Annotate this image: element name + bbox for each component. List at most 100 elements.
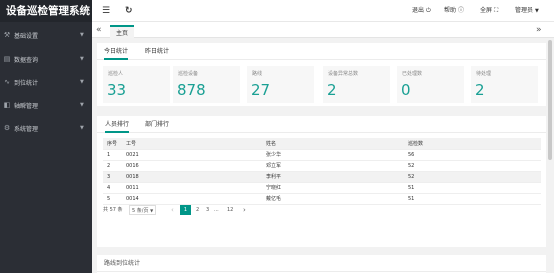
tools-icon: ⚒ xyxy=(3,31,11,39)
route-panel: 路线到位统计 xyxy=(97,255,547,273)
tab-today-stats[interactable]: 今日统计 xyxy=(104,43,129,60)
stat-value: 27 xyxy=(251,81,271,99)
stat-card-routes: 路线 27 xyxy=(247,66,314,103)
page-size-value: 5 条/页 xyxy=(132,208,149,214)
table-icon: ▤ xyxy=(3,55,11,63)
stats-tabs: 今日统计 昨日统计 xyxy=(97,43,547,60)
menu-toggle-icon[interactable]: ☰ xyxy=(102,0,110,22)
stat-value: 0 xyxy=(401,81,411,99)
route-panel-title: 路线到位统计 xyxy=(104,260,141,267)
sidebar-item-label: 数据查询 xyxy=(14,56,39,64)
cell-count: 51 xyxy=(404,182,541,194)
sidebar-item-system-management[interactable]: ⚙ 系统管理 ▼ xyxy=(0,120,92,136)
user-menu[interactable]: 管理员 ▼ xyxy=(515,0,539,22)
next-page-button[interactable]: › xyxy=(243,205,246,215)
sidebar-item-data-query[interactable]: ▤ 数据查询 ▼ xyxy=(0,51,92,67)
pagination-total: 共 57 条 xyxy=(103,207,123,213)
stat-value: 33 xyxy=(107,81,127,99)
sidebar-item-management[interactable]: ◧ 轴瞬管理 ▼ xyxy=(0,97,92,113)
column-header[interactable]: 巡检数 xyxy=(404,138,541,150)
tabs-scroll-left-icon[interactable]: « xyxy=(96,22,102,38)
table-header-row: 序号 工号 姓名 巡检数 xyxy=(103,138,541,150)
fullscreen-icon: ⛶ xyxy=(493,7,499,14)
column-header[interactable]: 序号 xyxy=(103,138,122,150)
sidebar-item-label: 系统管理 xyxy=(14,125,39,133)
chevron-down-icon: ▼ xyxy=(80,125,84,131)
app-title: 设备巡检管理系统 xyxy=(0,0,92,22)
cell-count: 52 xyxy=(404,160,541,172)
stat-value: 878 xyxy=(177,81,206,99)
sidebar-item-label: 基础设置 xyxy=(14,32,39,40)
ranking-panel: 人员排行 部门排行 序号 工号 姓名 巡检数 1 0021 张少华 56 2 0… xyxy=(97,116,547,247)
cell-count: 52 xyxy=(404,171,541,183)
page-button-3[interactable]: 3 xyxy=(206,205,209,215)
tab-person-ranking[interactable]: 人员排行 xyxy=(105,116,130,133)
stat-label: 设备异常总数 xyxy=(328,71,359,77)
cell-no: 5 xyxy=(103,193,122,205)
cell-name: 邓立军 xyxy=(262,160,404,172)
chevron-down-icon: ▼ xyxy=(80,79,84,85)
power-icon: ⏻ xyxy=(425,7,431,14)
table-row[interactable]: 3 0018 李利平 52 xyxy=(103,171,541,183)
route-panel-header: 路线到位统计 xyxy=(97,255,547,272)
stat-card-inspectors: 巡检人 33 xyxy=(103,66,170,103)
stat-card-pending: 待处理 2 xyxy=(471,66,538,103)
prev-page-button[interactable]: ‹ xyxy=(171,205,174,215)
stat-card-processed: 已处理数 0 xyxy=(397,66,464,103)
tab-home[interactable]: 主页 xyxy=(110,25,135,38)
fullscreen-label: 全屏 xyxy=(480,7,493,14)
table-row[interactable]: 2 0016 邓立军 52 xyxy=(103,160,541,172)
table-row[interactable]: 5 0014 戴亿毛 51 xyxy=(103,193,541,205)
column-header[interactable]: 姓名 xyxy=(262,138,404,150)
sidebar-item-label: 到位统计 xyxy=(14,79,39,87)
tab-yesterday-stats[interactable]: 昨日统计 xyxy=(145,43,169,60)
panel-icon: ◧ xyxy=(3,101,11,109)
cell-count: 51 xyxy=(404,193,541,205)
page-button-2[interactable]: 2 xyxy=(196,205,199,215)
tab-department-ranking[interactable]: 部门排行 xyxy=(145,116,169,133)
scrollbar-thumb[interactable] xyxy=(548,40,552,160)
stat-value: 2 xyxy=(475,81,485,99)
help-button[interactable]: 帮助 ⓘ xyxy=(444,0,464,22)
page-button-12[interactable]: 12 xyxy=(227,205,233,215)
stat-card-devices: 巡检设备 878 xyxy=(173,66,240,103)
sidebar-item-basic-settings[interactable]: ⚒ 基础设置 ▼ xyxy=(0,27,92,43)
column-header[interactable]: 工号 xyxy=(122,138,262,150)
cell-name: 张少华 xyxy=(262,149,404,161)
help-icon: ⓘ xyxy=(457,7,464,14)
gear-icon: ⚙ xyxy=(3,124,11,132)
sidebar-item-arrival-stats[interactable]: ∿ 到位统计 ▼ xyxy=(0,74,92,90)
cell-no: 4 xyxy=(103,182,122,194)
sidebar: 设备巡检管理系统 ⚒ 基础设置 ▼ ▤ 数据查询 ▼ ∿ 到位统计 ▼ ◧ 轴瞬… xyxy=(0,0,92,273)
cell-count: 56 xyxy=(404,149,541,161)
cell-name: 戴亿毛 xyxy=(262,193,404,205)
stat-label: 已处理数 xyxy=(402,71,423,77)
chevron-down-icon: ▼ xyxy=(80,32,84,38)
table-row[interactable]: 1 0021 张少华 56 xyxy=(103,149,541,161)
page-size-select[interactable]: 5 条/页 ▼ xyxy=(129,205,157,215)
cell-no: 1 xyxy=(103,149,122,161)
fullscreen-button[interactable]: 全屏 ⛶ xyxy=(480,0,498,22)
pulse-icon: ∿ xyxy=(4,78,10,86)
tabs-scroll-right-icon[interactable]: » xyxy=(536,22,542,38)
chevron-down-icon: ▼ xyxy=(534,8,539,14)
cell-id: 0011 xyxy=(122,182,262,194)
cell-id: 0018 xyxy=(122,171,262,183)
cell-id: 0016 xyxy=(122,160,262,172)
table-row[interactable]: 4 0011 宁晓红 51 xyxy=(103,182,541,194)
page-button-1[interactable]: 1 xyxy=(180,205,191,215)
cell-name: 宁晓红 xyxy=(262,182,404,194)
ranking-table: 序号 工号 姓名 巡检数 1 0021 张少华 56 2 0016 邓立军 52… xyxy=(103,138,541,205)
cell-id: 0014 xyxy=(122,193,262,205)
refresh-icon[interactable]: ↻ xyxy=(125,0,133,22)
stat-card-anomalies: 设备异常总数 2 xyxy=(323,66,390,103)
user-label: 管理员 xyxy=(515,7,534,14)
stat-label: 巡检设备 xyxy=(178,71,199,77)
cell-id: 0021 xyxy=(122,149,262,161)
cell-no: 3 xyxy=(103,171,122,183)
logout-button[interactable]: 退出 ⏻ xyxy=(412,0,431,22)
chevron-down-icon: ▼ xyxy=(150,208,154,213)
cell-name: 李利平 xyxy=(262,171,404,183)
stats-panel: 今日统计 昨日统计 巡检人 33 巡检设备 878 路线 27 设备异常总数 2… xyxy=(97,43,547,106)
logout-label: 退出 xyxy=(412,7,425,14)
